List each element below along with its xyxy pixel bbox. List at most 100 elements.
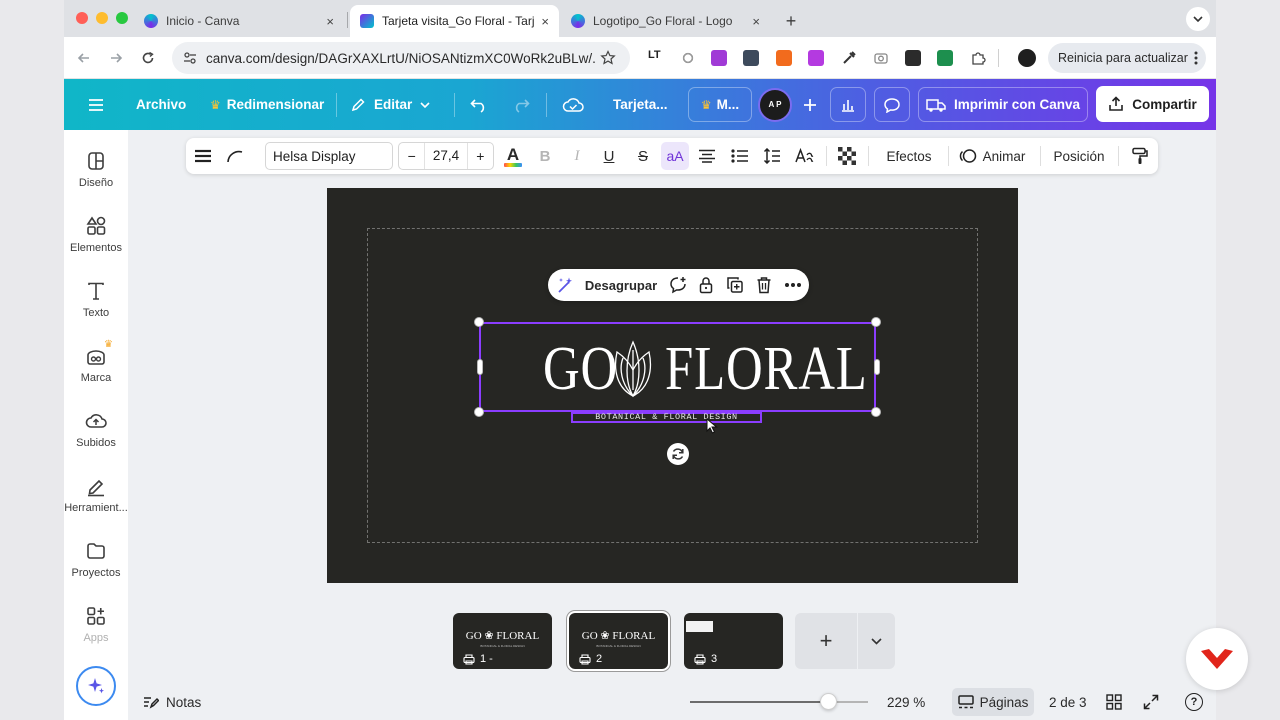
sidebar-item-tools[interactable]: Herramient... <box>64 463 128 523</box>
font-family-select[interactable]: Helsa Display <box>265 142 393 170</box>
position-button[interactable]: Posición <box>1050 138 1108 174</box>
spacing-button[interactable] <box>762 138 782 174</box>
fullscreen-button[interactable] <box>1143 684 1159 720</box>
resize-button[interactable]: ♛ Redimensionar <box>210 79 324 130</box>
maximize-window-button[interactable] <box>116 12 128 24</box>
camera-extension-icon[interactable] <box>873 50 889 66</box>
line-spacing-style-button[interactable] <box>192 138 214 174</box>
transparency-button[interactable] <box>837 138 857 174</box>
font-extension-icon[interactable] <box>905 50 921 66</box>
avatar[interactable]: A P <box>758 87 792 122</box>
extension-keyboard-icon[interactable] <box>743 50 759 66</box>
sidebar-item-design[interactable]: Diseño <box>64 138 128 198</box>
sidebar-item-uploads[interactable]: Subidos <box>64 398 128 458</box>
eyedropper-extension-icon[interactable] <box>841 50 857 66</box>
magic-assistant-button[interactable] <box>76 666 116 706</box>
resize-handle-top-right[interactable] <box>871 317 881 327</box>
resize-handle-top-left[interactable] <box>474 317 484 327</box>
profile-avatar[interactable] <box>1018 49 1036 67</box>
browser-tab-logotipo[interactable]: Logotipo_Go Floral - Logo × <box>561 5 770 37</box>
logo-word-go[interactable]: GO <box>543 324 618 414</box>
document-title[interactable]: Tarjeta... <box>613 79 668 130</box>
copy-style-button[interactable] <box>1129 138 1151 174</box>
site-settings-icon[interactable] <box>183 51 197 65</box>
extension-gear-icon[interactable] <box>680 50 696 66</box>
tulip-flower-icon[interactable] <box>611 340 655 398</box>
text-align-button[interactable] <box>697 138 717 174</box>
increase-size-button[interactable]: + <box>468 148 493 164</box>
sidebar-item-projects[interactable]: Proyectos <box>64 528 128 588</box>
resize-handle-bottom-left[interactable] <box>474 407 484 417</box>
share-button[interactable]: Compartir <box>1096 86 1209 122</box>
resize-handle-right[interactable] <box>874 359 880 375</box>
ungroup-button[interactable]: Desagrupar <box>584 269 658 301</box>
close-tab-icon[interactable]: × <box>541 14 549 29</box>
sidebar-item-brand[interactable]: ♛ Marca <box>64 333 128 393</box>
extensions-puzzle-icon[interactable] <box>970 50 986 66</box>
browser-tab-inicio[interactable]: Inicio - Canva × <box>134 5 344 37</box>
reload-button[interactable] <box>137 47 159 69</box>
print-with-canva-button[interactable]: Imprimir con Canva <box>918 87 1088 122</box>
list-button[interactable] <box>730 138 750 174</box>
zoom-level[interactable]: 229 % <box>887 684 925 720</box>
lock-button[interactable] <box>697 269 715 301</box>
duplicate-button[interactable] <box>726 269 744 301</box>
font-size-input[interactable]: 27,4 <box>424 143 468 169</box>
insights-button[interactable] <box>830 87 866 122</box>
minimize-window-button[interactable] <box>96 12 108 24</box>
help-button[interactable]: ? <box>1185 693 1203 711</box>
new-tab-button[interactable]: + <box>776 5 806 37</box>
more-options-button[interactable] <box>782 269 804 301</box>
underline-button[interactable]: U <box>600 138 618 174</box>
brand-badge[interactable] <box>1186 628 1248 690</box>
text-transform-button[interactable] <box>794 138 816 174</box>
page-thumbnail-1[interactable]: GO ❀ FLORAL BOTANICAL & FLORAL DESIGN 1 … <box>453 613 552 669</box>
close-tab-icon[interactable]: × <box>752 14 760 29</box>
sidebar-item-apps[interactable]: Apps <box>64 593 128 653</box>
zoom-slider-knob[interactable] <box>819 693 837 710</box>
logo-tagline[interactable]: BOTANICAL & FLORAL DESIGN <box>572 411 761 424</box>
languagetool-extension-icon[interactable]: LT <box>648 49 661 61</box>
close-window-button[interactable] <box>76 12 88 24</box>
close-tab-icon[interactable]: × <box>326 14 334 29</box>
selected-logo-group[interactable]: GO FLORAL <box>479 322 876 412</box>
forward-button[interactable] <box>105 47 127 69</box>
redo-button[interactable] <box>512 79 530 130</box>
add-page-options-button[interactable] <box>857 613 895 669</box>
cloud-saved-status[interactable] <box>562 79 584 130</box>
resize-handle-left[interactable] <box>477 359 483 375</box>
extension-slash-icon[interactable] <box>776 50 792 66</box>
restart-to-update-button[interactable]: Reinicia para actualizar <box>1048 43 1206 73</box>
add-comment-button[interactable] <box>668 269 688 301</box>
animate-button[interactable]: Animar <box>957 138 1027 174</box>
magic-edit-button[interactable] <box>556 269 576 301</box>
edit-mode-button[interactable]: Editar <box>350 79 430 130</box>
rotate-handle[interactable] <box>667 443 689 465</box>
back-button[interactable] <box>73 47 95 69</box>
delete-button[interactable] <box>755 269 773 301</box>
tab-search-button[interactable] <box>1186 7 1210 31</box>
italic-button[interactable]: I <box>568 138 586 174</box>
notes-button[interactable]: Notas <box>143 684 201 720</box>
premium-feature-button[interactable]: ♛ M... <box>688 87 752 122</box>
undo-button[interactable] <box>470 79 488 130</box>
main-menu-button[interactable] <box>88 79 104 130</box>
address-bar[interactable]: canva.com/design/DAGrXAXLrtU/NiOSANtizmX… <box>172 42 630 74</box>
grid-view-button[interactable] <box>1106 684 1122 720</box>
letter-case-button[interactable]: aA <box>661 142 689 170</box>
page-thumbnail-3[interactable]: 3 <box>684 613 783 669</box>
bold-button[interactable]: B <box>536 138 554 174</box>
extension-download-icon[interactable] <box>711 50 727 66</box>
sidebar-item-text[interactable]: Texto <box>64 268 128 328</box>
decrease-size-button[interactable]: − <box>399 148 424 164</box>
extension-flower-icon[interactable] <box>808 50 824 66</box>
add-page-button[interactable]: + <box>795 613 857 669</box>
text-color-button[interactable]: A <box>502 138 524 174</box>
file-menu-button[interactable]: Archivo <box>136 79 186 130</box>
resize-handle-bottom-right[interactable] <box>871 407 881 417</box>
grammar-extension-icon[interactable] <box>937 50 953 66</box>
pages-view-button[interactable]: Páginas <box>952 688 1034 716</box>
browser-tab-tarjeta[interactable]: Tarjeta visita_Go Floral - Tarjeta × <box>350 5 559 37</box>
page-thumbnail-2[interactable]: GO ❀ FLORAL BOTANICAL & FLORAL DESIGN 2 <box>567 611 670 671</box>
bookmark-star-icon[interactable] <box>600 50 616 66</box>
